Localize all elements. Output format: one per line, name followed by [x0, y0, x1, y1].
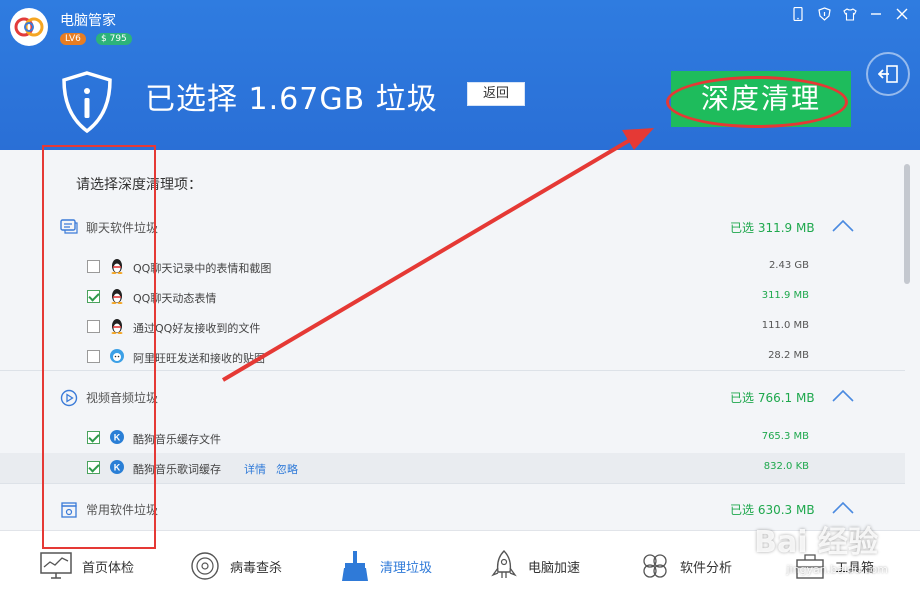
nav-software-analysis[interactable]: 软件分析 — [640, 531, 732, 600]
app-title: 电脑管家 — [60, 13, 116, 29]
nav-label: 电脑加速 — [528, 560, 581, 576]
watermark-logo: Bai 经验 — [754, 525, 878, 560]
nav-label: 病毒查杀 — [230, 560, 283, 576]
level-badge[interactable]: LV6 — [60, 33, 86, 45]
ignore-link[interactable]: 忽略 — [276, 461, 298, 477]
chevron-up-icon[interactable] — [832, 388, 854, 407]
chevron-up-icon[interactable] — [832, 218, 854, 237]
item-size: 765.3 MB — [761, 431, 809, 442]
nav-virus-scan[interactable]: 病毒查杀 — [190, 531, 282, 600]
annotation-ellipse — [666, 76, 848, 128]
item-size: 832.0 KB — [763, 461, 809, 472]
item-size: 111.0 MB — [761, 320, 809, 331]
selected-junk-text: 已选择 1.67GB 垃圾 — [145, 82, 438, 117]
window-controls — [790, 6, 910, 22]
rocket-icon — [491, 550, 517, 578]
skin-icon[interactable] — [842, 6, 858, 22]
item-size: 311.9 MB — [761, 290, 809, 301]
app-logo — [10, 8, 48, 46]
scrollbar[interactable] — [904, 164, 910, 284]
virus-target-icon — [191, 552, 219, 580]
nav-label: 软件分析 — [680, 560, 733, 576]
watermark-url: jingyan.baidu.com — [786, 563, 888, 576]
broom-icon — [342, 551, 368, 581]
clover-icon — [643, 554, 667, 578]
monitor-icon — [40, 552, 72, 579]
logo-icon — [14, 17, 44, 37]
close-icon[interactable] — [894, 6, 910, 22]
collapse-side-button[interactable] — [866, 52, 910, 96]
section-selected-size: 已选 630.3 MB — [730, 503, 815, 517]
nav-label: 首页体检 — [82, 560, 135, 576]
info-shield-icon — [60, 70, 114, 138]
coin-badge[interactable]: $ 795 — [96, 33, 132, 45]
back-button[interactable]: 返回 — [467, 82, 525, 106]
nav-label: 清理垃圾 — [380, 560, 433, 576]
detail-link[interactable]: 详情 — [244, 461, 266, 477]
item-size: 28.2 MB — [768, 350, 809, 361]
nav-clean-junk[interactable]: 清理垃圾 — [340, 531, 432, 600]
annotation-rectangle — [42, 145, 156, 549]
phone-icon[interactable] — [790, 6, 806, 22]
item-size: 2.43 GB — [768, 260, 809, 271]
header-banner: 电脑管家 LV6 $ 795 已选择 1.67GB 垃圾 返回 深度清理 — [0, 0, 920, 150]
nav-speed-up[interactable]: 电脑加速 — [490, 531, 580, 600]
minimize-icon[interactable] — [868, 6, 884, 22]
exit-panel-icon — [878, 65, 898, 83]
section-selected-size: 已选 766.1 MB — [730, 391, 815, 405]
shield-icon[interactable] — [816, 6, 832, 22]
section-selected-size: 已选 311.9 MB — [730, 221, 815, 235]
